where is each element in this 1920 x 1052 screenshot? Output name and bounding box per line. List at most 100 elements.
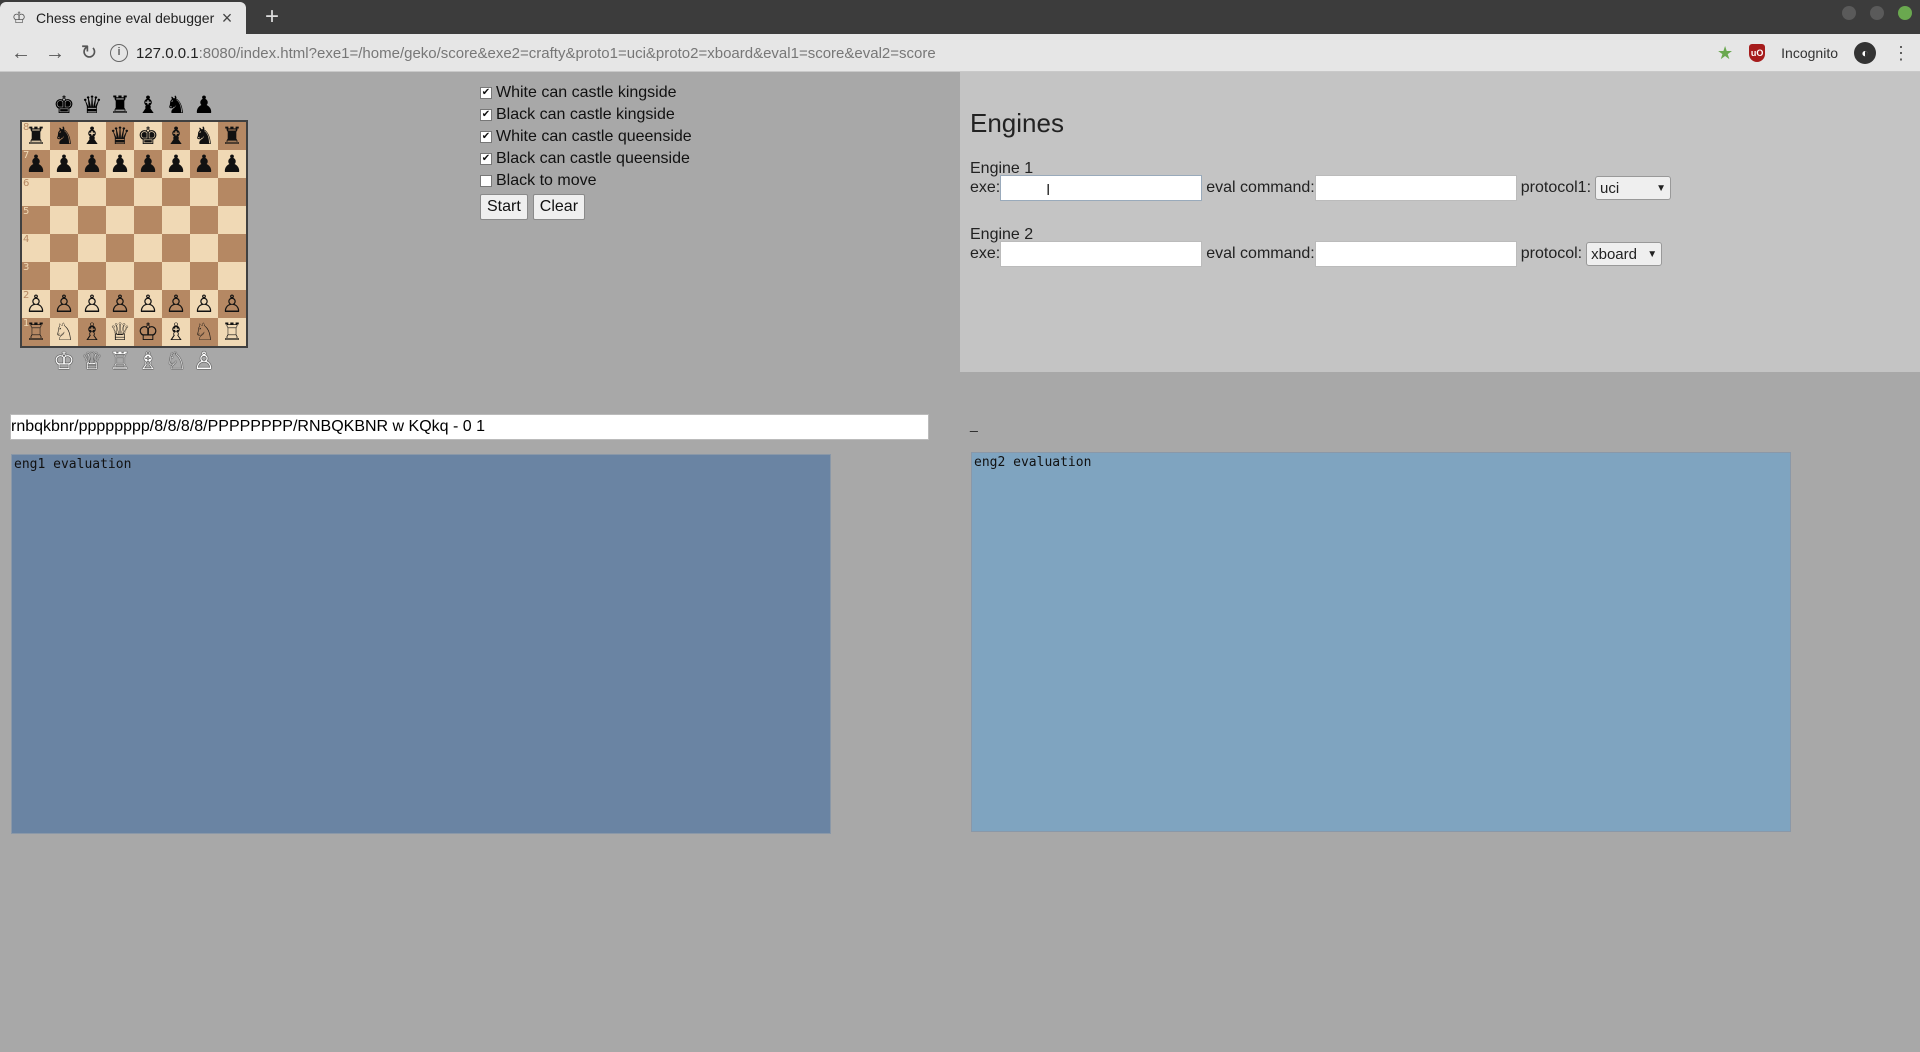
square-d1[interactable]: ♕	[106, 318, 134, 346]
chess-piece[interactable]: ♗	[81, 318, 103, 346]
square-h5[interactable]	[218, 206, 246, 234]
browser-tab[interactable]: ♔ Chess engine eval debugger ×	[0, 2, 246, 34]
minimize-button[interactable]	[1842, 6, 1856, 20]
ublock-icon[interactable]: uO	[1749, 44, 1766, 62]
spare-piece[interactable]: ♖	[106, 348, 134, 376]
square-e5[interactable]	[134, 206, 162, 234]
square-f4[interactable]	[162, 234, 190, 262]
chess-piece[interactable]: ♘	[53, 318, 75, 346]
square-c7[interactable]: ♟	[78, 150, 106, 178]
square-e6[interactable]	[134, 178, 162, 206]
start-button[interactable]: Start	[480, 194, 528, 220]
square-c2[interactable]: ♙	[78, 290, 106, 318]
engine2-evaluation[interactable]: eng2 evaluation	[971, 452, 1791, 832]
spare-piece[interactable]: ♙	[190, 348, 218, 376]
spare-piece[interactable]: ♛	[78, 92, 106, 120]
spare-piece[interactable]: ♚	[50, 92, 78, 120]
square-e4[interactable]	[134, 234, 162, 262]
chess-piece[interactable]: ♝	[81, 122, 103, 150]
square-h2[interactable]: ♙	[218, 290, 246, 318]
chess-piece[interactable]: ♟	[221, 150, 243, 178]
square-f5[interactable]	[162, 206, 190, 234]
chess-piece[interactable]: ♕	[109, 318, 131, 346]
square-b7[interactable]: ♟	[50, 150, 78, 178]
chess-piece[interactable]: ♟	[137, 150, 159, 178]
engine1-exe-input[interactable]	[1000, 175, 1203, 201]
chess-piece[interactable]: ♟	[165, 150, 187, 178]
chess-piece[interactable]: ♙	[221, 290, 243, 318]
square-g1[interactable]: ♘	[190, 318, 218, 346]
chess-piece[interactable]: ♘	[193, 318, 215, 346]
square-g8[interactable]: ♞	[190, 122, 218, 150]
square-b6[interactable]	[50, 178, 78, 206]
square-h3[interactable]	[218, 262, 246, 290]
engine1-protocol-select[interactable]: uci ▼	[1595, 176, 1672, 200]
chess-piece[interactable]: ♚	[137, 122, 159, 150]
square-h7[interactable]: ♟	[218, 150, 246, 178]
square-e7[interactable]: ♟	[134, 150, 162, 178]
maximize-button[interactable]	[1870, 6, 1884, 20]
square-c6[interactable]	[78, 178, 106, 206]
square-a6[interactable]: 6	[22, 178, 50, 206]
chess-piece[interactable]: ♛	[109, 122, 131, 150]
square-g3[interactable]	[190, 262, 218, 290]
engine2-eval-input[interactable]	[1314, 241, 1517, 267]
spare-piece[interactable]: ♞	[162, 92, 190, 120]
square-f7[interactable]: ♟	[162, 150, 190, 178]
square-c8[interactable]: ♝	[78, 122, 106, 150]
chess-piece[interactable]: ♙	[193, 290, 215, 318]
fen-input[interactable]: rnbqkbnr/pppppppp/8/8/8/8/PPPPPPPP/RNBQK…	[10, 414, 929, 440]
black-kingside-checkbox[interactable]: ✔	[480, 109, 492, 121]
engine1-evaluation[interactable]: eng1 evaluation	[11, 454, 831, 834]
spare-piece[interactable]: ♔	[50, 348, 78, 376]
chess-piece[interactable]: ♗	[165, 318, 187, 346]
square-d6[interactable]	[106, 178, 134, 206]
square-b1[interactable]: ♘	[50, 318, 78, 346]
bookmark-star-icon[interactable]: ★	[1717, 43, 1733, 64]
square-f3[interactable]	[162, 262, 190, 290]
black-queenside-option[interactable]: ✔ Black can castle queenside	[480, 148, 692, 170]
engine2-exe-input[interactable]	[1000, 241, 1203, 267]
square-b3[interactable]	[50, 262, 78, 290]
square-g2[interactable]: ♙	[190, 290, 218, 318]
black-to-move-checkbox[interactable]	[480, 175, 492, 187]
square-c3[interactable]	[78, 262, 106, 290]
square-a1[interactable]: 1 ♖	[22, 318, 50, 346]
square-b5[interactable]	[50, 206, 78, 234]
back-icon[interactable]: ←	[8, 40, 34, 66]
chess-piece[interactable]: ♙	[165, 290, 187, 318]
white-queenside-option[interactable]: ✔ White can castle queenside	[480, 126, 692, 148]
square-g5[interactable]	[190, 206, 218, 234]
square-a2[interactable]: 2 ♙	[22, 290, 50, 318]
chessboard[interactable]: 8 ♜ ♞ ♝ ♛ ♚ ♝ ♞ ♜ 7 ♟ ♟ ♟ ♟ ♟ ♟ ♟ ♟ 6 5 4 3 2 ♙ ♙ ♙ ♙ ♙ ♙ ♙ ♙ 1 ♖ ♘ ♗ ♕ ♔ ♗ ♘ ♖	[20, 120, 248, 348]
square-c5[interactable]	[78, 206, 106, 234]
square-g7[interactable]: ♟	[190, 150, 218, 178]
square-b4[interactable]	[50, 234, 78, 262]
engine2-protocol-select[interactable]: xboard ▼	[1586, 242, 1663, 266]
square-f8[interactable]: ♝	[162, 122, 190, 150]
square-d8[interactable]: ♛	[106, 122, 134, 150]
square-h6[interactable]	[218, 178, 246, 206]
spare-piece[interactable]: ♟	[190, 92, 218, 120]
black-to-move-option[interactable]: Black to move	[480, 170, 692, 192]
chess-piece[interactable]: ♟	[81, 150, 103, 178]
chess-piece[interactable]: ♟	[109, 150, 131, 178]
chess-piece[interactable]: ♞	[53, 122, 75, 150]
chess-piece[interactable]: ♟	[53, 150, 75, 178]
clear-button[interactable]: Clear	[532, 194, 586, 220]
square-d4[interactable]	[106, 234, 134, 262]
square-c1[interactable]: ♗	[78, 318, 106, 346]
square-h1[interactable]: ♖	[218, 318, 246, 346]
square-f2[interactable]: ♙	[162, 290, 190, 318]
engine1-eval-input[interactable]	[1314, 175, 1517, 201]
chess-piece[interactable]: ♟	[193, 150, 215, 178]
square-h4[interactable]	[218, 234, 246, 262]
square-e2[interactable]: ♙	[134, 290, 162, 318]
forward-icon[interactable]: →	[42, 40, 68, 66]
square-a3[interactable]: 3	[22, 262, 50, 290]
square-g4[interactable]	[190, 234, 218, 262]
square-d7[interactable]: ♟	[106, 150, 134, 178]
chess-piece[interactable]: ♔	[137, 318, 159, 346]
square-e3[interactable]	[134, 262, 162, 290]
black-kingside-option[interactable]: ✔ Black can castle kingside	[480, 104, 692, 126]
